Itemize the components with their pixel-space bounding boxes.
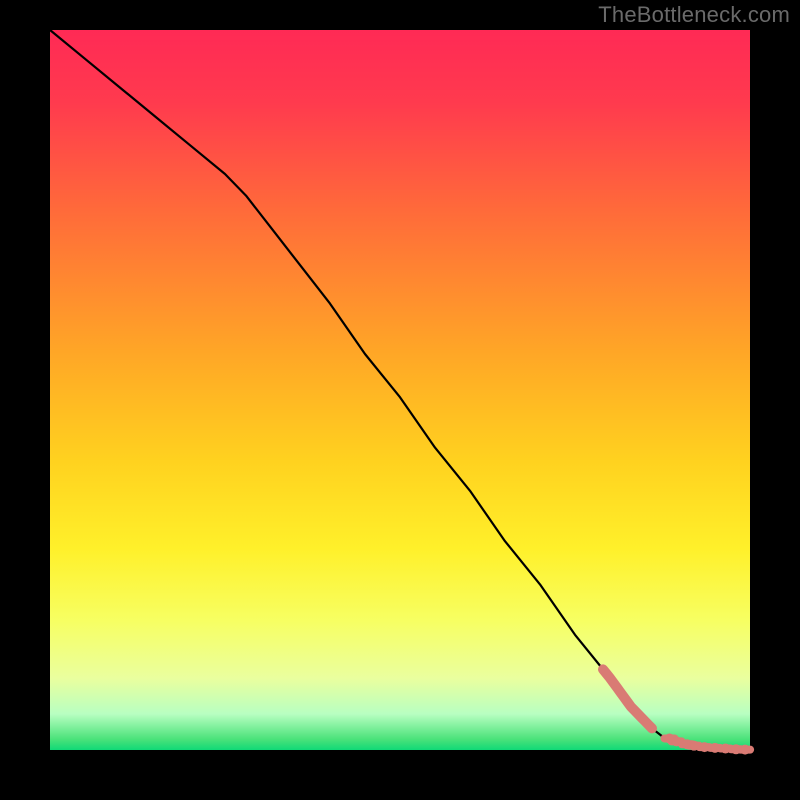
plot-svg [50,30,750,750]
chart-stage: TheBottleneck.com [0,0,800,800]
highlight-dot [741,745,750,754]
watermark-text: TheBottleneck.com [598,2,790,28]
gradient-rect [50,30,750,750]
plot-frame [50,30,750,750]
